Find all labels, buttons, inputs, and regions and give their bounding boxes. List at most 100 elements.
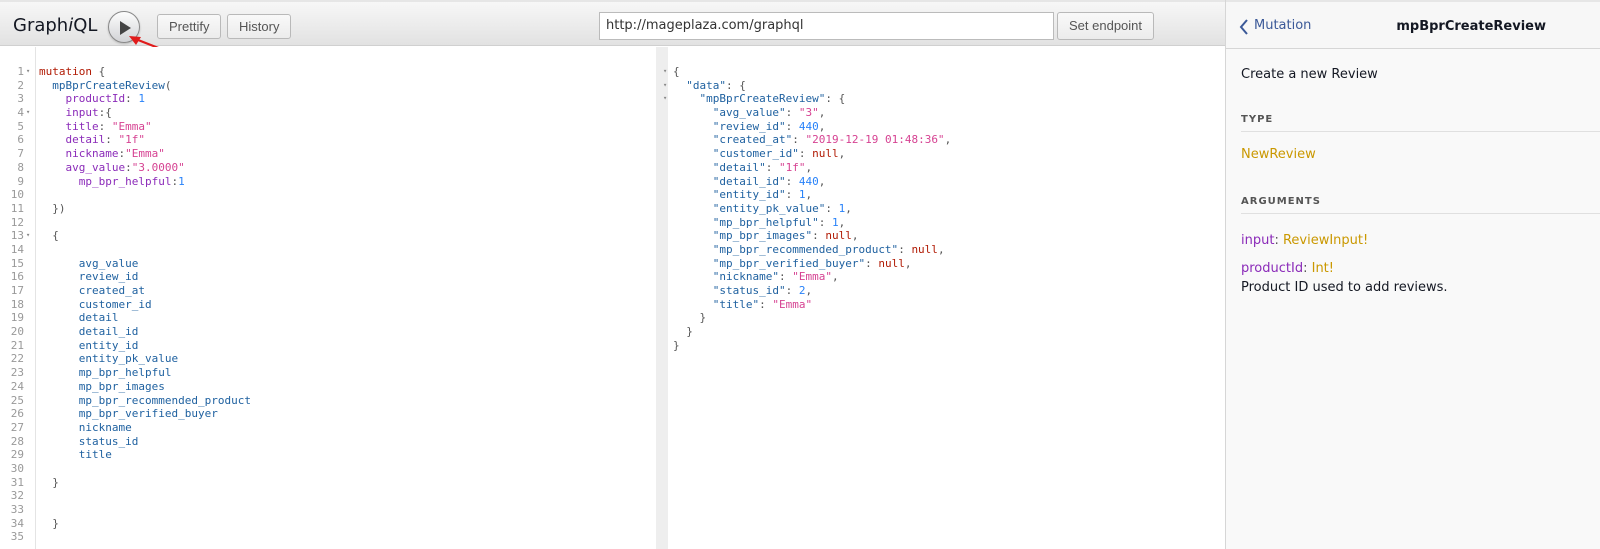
set-endpoint-button[interactable]: Set endpoint xyxy=(1057,12,1155,40)
line-text: } xyxy=(39,476,59,490)
line-text: "avg_value": "3", xyxy=(673,106,826,120)
code-token: avg_value xyxy=(65,160,126,174)
code-token: : xyxy=(785,188,799,202)
line-number: 19 xyxy=(10,311,24,325)
fold-toggle-icon[interactable]: ▾ xyxy=(26,65,30,79)
line-text: detail xyxy=(39,311,119,325)
code-token: , xyxy=(831,270,839,284)
line-number: 28 xyxy=(10,434,24,448)
fold-toggle-icon[interactable]: ▾ xyxy=(663,92,667,106)
query-line: 9 mp_bpr_helpful:1 xyxy=(0,175,656,189)
line-text: created_at xyxy=(39,284,145,298)
line-text: "data": { xyxy=(673,79,746,93)
query-editor[interactable]: 1 ▾ mutation {2 mpBprCreateReview(3 produc… xyxy=(0,47,656,549)
line-text: mutation { xyxy=(39,65,105,79)
line-text: nickname:"Emma" xyxy=(39,147,165,161)
code-token: nickname xyxy=(78,420,132,434)
fold-toggle-icon[interactable]: ▾ xyxy=(663,65,667,79)
code-token: , xyxy=(818,106,826,120)
chevron-left-icon xyxy=(1239,19,1248,35)
code-token: "Emma" xyxy=(111,119,152,133)
query-line: 30 xyxy=(0,462,656,476)
query-line: 7 nickname:"Emma" xyxy=(0,147,656,161)
line-number: 18 xyxy=(10,297,24,311)
code-token: "Emma" xyxy=(125,147,165,161)
line-number: 3 xyxy=(17,92,24,106)
query-line: 25 mp_bpr_recommended_product xyxy=(0,394,656,408)
code-token: mutation xyxy=(39,65,92,78)
query-line: 27 nickname xyxy=(0,421,656,435)
line-text: title: "Emma" xyxy=(39,120,152,134)
line-number: 22 xyxy=(10,352,24,366)
code-token: "entity_pk_value" xyxy=(712,201,826,215)
endpoint-url-input[interactable]: http://mageplaza.com/graphql xyxy=(599,12,1054,40)
line-number: 26 xyxy=(10,407,24,421)
code-token: : xyxy=(798,147,813,161)
code-token: , xyxy=(805,188,813,202)
code-token: : xyxy=(785,174,799,188)
query-line: 5 title: "Emma" xyxy=(0,120,656,134)
code-token: 440 xyxy=(798,119,819,133)
code-token: ( xyxy=(164,78,172,92)
code-token: productId xyxy=(65,92,126,106)
code-token: null xyxy=(812,147,839,161)
line-text: "customer_id": null, xyxy=(673,147,845,161)
line-text: "status_id": 2, xyxy=(673,284,812,298)
fold-toggle-icon[interactable]: ▾ xyxy=(663,79,667,93)
code-token: } xyxy=(673,311,707,325)
code-token: , xyxy=(838,147,846,161)
arguments-section-heading: ARGUMENTS xyxy=(1241,196,1600,214)
argument-type-link[interactable]: ReviewInput! xyxy=(1283,233,1368,248)
line-text: customer_id xyxy=(39,298,152,312)
code-token: : xyxy=(125,160,132,174)
line-text: mp_bpr_images xyxy=(39,380,165,394)
query-line: 31 } xyxy=(0,476,656,490)
line-text: "mp_bpr_verified_buyer": null, xyxy=(673,257,912,271)
argument-type-link[interactable]: Int! xyxy=(1312,261,1334,276)
line-text: "entity_pk_value": 1, xyxy=(673,202,852,216)
code-token: : { xyxy=(726,78,746,92)
fold-toggle-icon[interactable]: ▾ xyxy=(26,229,30,243)
line-number: 9 xyxy=(17,174,24,188)
query-line: 20 detail_id xyxy=(0,325,656,339)
query-line: 10 xyxy=(0,188,656,202)
return-type-link[interactable]: NewReview xyxy=(1241,147,1316,162)
code-token: detail_id xyxy=(78,325,139,339)
argument-name: productId xyxy=(1241,261,1304,276)
history-button[interactable]: History xyxy=(227,14,292,39)
line-number: 31 xyxy=(10,475,24,489)
line-text: nickname xyxy=(39,421,132,435)
code-token: : xyxy=(105,133,119,147)
argument-name: input xyxy=(1241,233,1275,248)
line-number: 30 xyxy=(10,461,24,475)
code-token: : xyxy=(792,133,806,147)
line-text: "mp_bpr_recommended_product": null, xyxy=(673,243,945,257)
query-line: 11 }) xyxy=(0,202,656,216)
fold-toggle-icon[interactable]: ▾ xyxy=(26,106,30,120)
line-text: "review_id": 440, xyxy=(673,119,826,134)
line-text: "detail": "1f", xyxy=(673,161,812,175)
line-text: mp_bpr_verified_buyer xyxy=(39,407,218,421)
code-token: 440 xyxy=(798,174,819,188)
query-line: 13 ▾ { xyxy=(0,229,656,243)
code-token: , xyxy=(845,201,852,215)
code-token: , xyxy=(851,229,859,243)
line-number: 15 xyxy=(10,256,24,270)
line-text: input:{ xyxy=(39,106,112,120)
doc-explorer: Mutation mpBprCreateReview Create a new … xyxy=(1225,0,1600,549)
